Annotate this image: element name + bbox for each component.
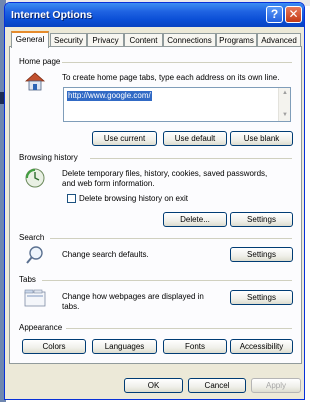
tabs-description-line2: tabs.	[62, 302, 80, 311]
accessibility-button[interactable]: Accessibility	[230, 339, 293, 354]
tab-connections[interactable]: Connections	[163, 33, 216, 47]
search-settings-button[interactable]: Settings	[230, 247, 293, 262]
tab-security[interactable]: Security	[50, 33, 87, 47]
address-box-scrollbar[interactable]: ▲ ▼	[278, 88, 290, 121]
home-page-address-box[interactable]: http://www.google.com/ ▲ ▼	[63, 87, 291, 122]
tab-privacy[interactable]: Privacy	[87, 33, 124, 47]
tab-content[interactable]: Content	[124, 33, 163, 47]
home-page-description: To create home page tabs, type each addr…	[62, 73, 280, 82]
tabs-description-line1: Change how webpages are displayed in	[62, 292, 204, 301]
apply-button[interactable]: Apply	[251, 378, 301, 393]
tabs-settings-button[interactable]: Settings	[230, 290, 293, 305]
home-page-address-text[interactable]: http://www.google.com/	[67, 91, 152, 101]
languages-button[interactable]: Languages	[92, 339, 157, 354]
delete-on-exit-checkbox[interactable]	[67, 194, 76, 203]
search-section-label: Search	[19, 233, 45, 242]
ok-button[interactable]: OK	[124, 378, 183, 393]
colors-button[interactable]: Colors	[22, 339, 86, 354]
home-icon	[24, 71, 46, 91]
delete-on-exit-label[interactable]: Delete browsing history on exit	[79, 194, 188, 204]
history-icon	[24, 167, 46, 189]
appearance-section-label: Appearance	[19, 323, 63, 332]
browsing-history-description-line2: and web form information.	[62, 179, 155, 188]
section-divider	[66, 328, 292, 329]
scroll-down-icon[interactable]: ▼	[280, 111, 290, 120]
tabs-icon	[24, 289, 46, 307]
scroll-up-icon[interactable]: ▲	[280, 89, 290, 98]
title-bar[interactable]: Internet Options ? ✕	[5, 3, 304, 27]
home-page-section-label: Home page	[19, 57, 61, 66]
internet-options-dialog: Internet Options ? ✕ General Security Pr…	[4, 2, 305, 400]
tabs-section-label: Tabs	[19, 275, 36, 284]
browsing-history-section-label: Browsing history	[19, 153, 78, 162]
browsing-history-settings-button[interactable]: Settings	[230, 212, 293, 227]
use-current-button[interactable]: Use current	[92, 131, 157, 146]
search-description: Change search defaults.	[62, 250, 149, 259]
help-button[interactable]: ?	[266, 6, 283, 23]
section-divider	[50, 238, 292, 239]
section-divider	[90, 158, 292, 159]
magnifier-icon	[24, 244, 46, 266]
tab-general[interactable]: General	[11, 31, 49, 48]
use-default-button[interactable]: Use default	[163, 131, 227, 146]
window-title: Internet Options	[11, 9, 93, 21]
section-divider	[62, 62, 292, 63]
use-blank-button[interactable]: Use blank	[230, 131, 293, 146]
section-divider	[42, 280, 292, 281]
delete-history-button[interactable]: Delete...	[163, 212, 227, 227]
cancel-button[interactable]: Cancel	[188, 378, 246, 393]
tab-advanced[interactable]: Advanced	[257, 33, 301, 47]
fonts-button[interactable]: Fonts	[163, 339, 227, 354]
tab-programs[interactable]: Programs	[216, 33, 257, 47]
tab-strip: General Security Privacy Content Connect…	[9, 31, 303, 48]
close-button[interactable]: ✕	[285, 6, 302, 23]
browsing-history-description-line1: Delete temporary files, history, cookies…	[62, 169, 268, 178]
general-tab-panel: Home page To create home page tabs, type…	[9, 46, 302, 364]
